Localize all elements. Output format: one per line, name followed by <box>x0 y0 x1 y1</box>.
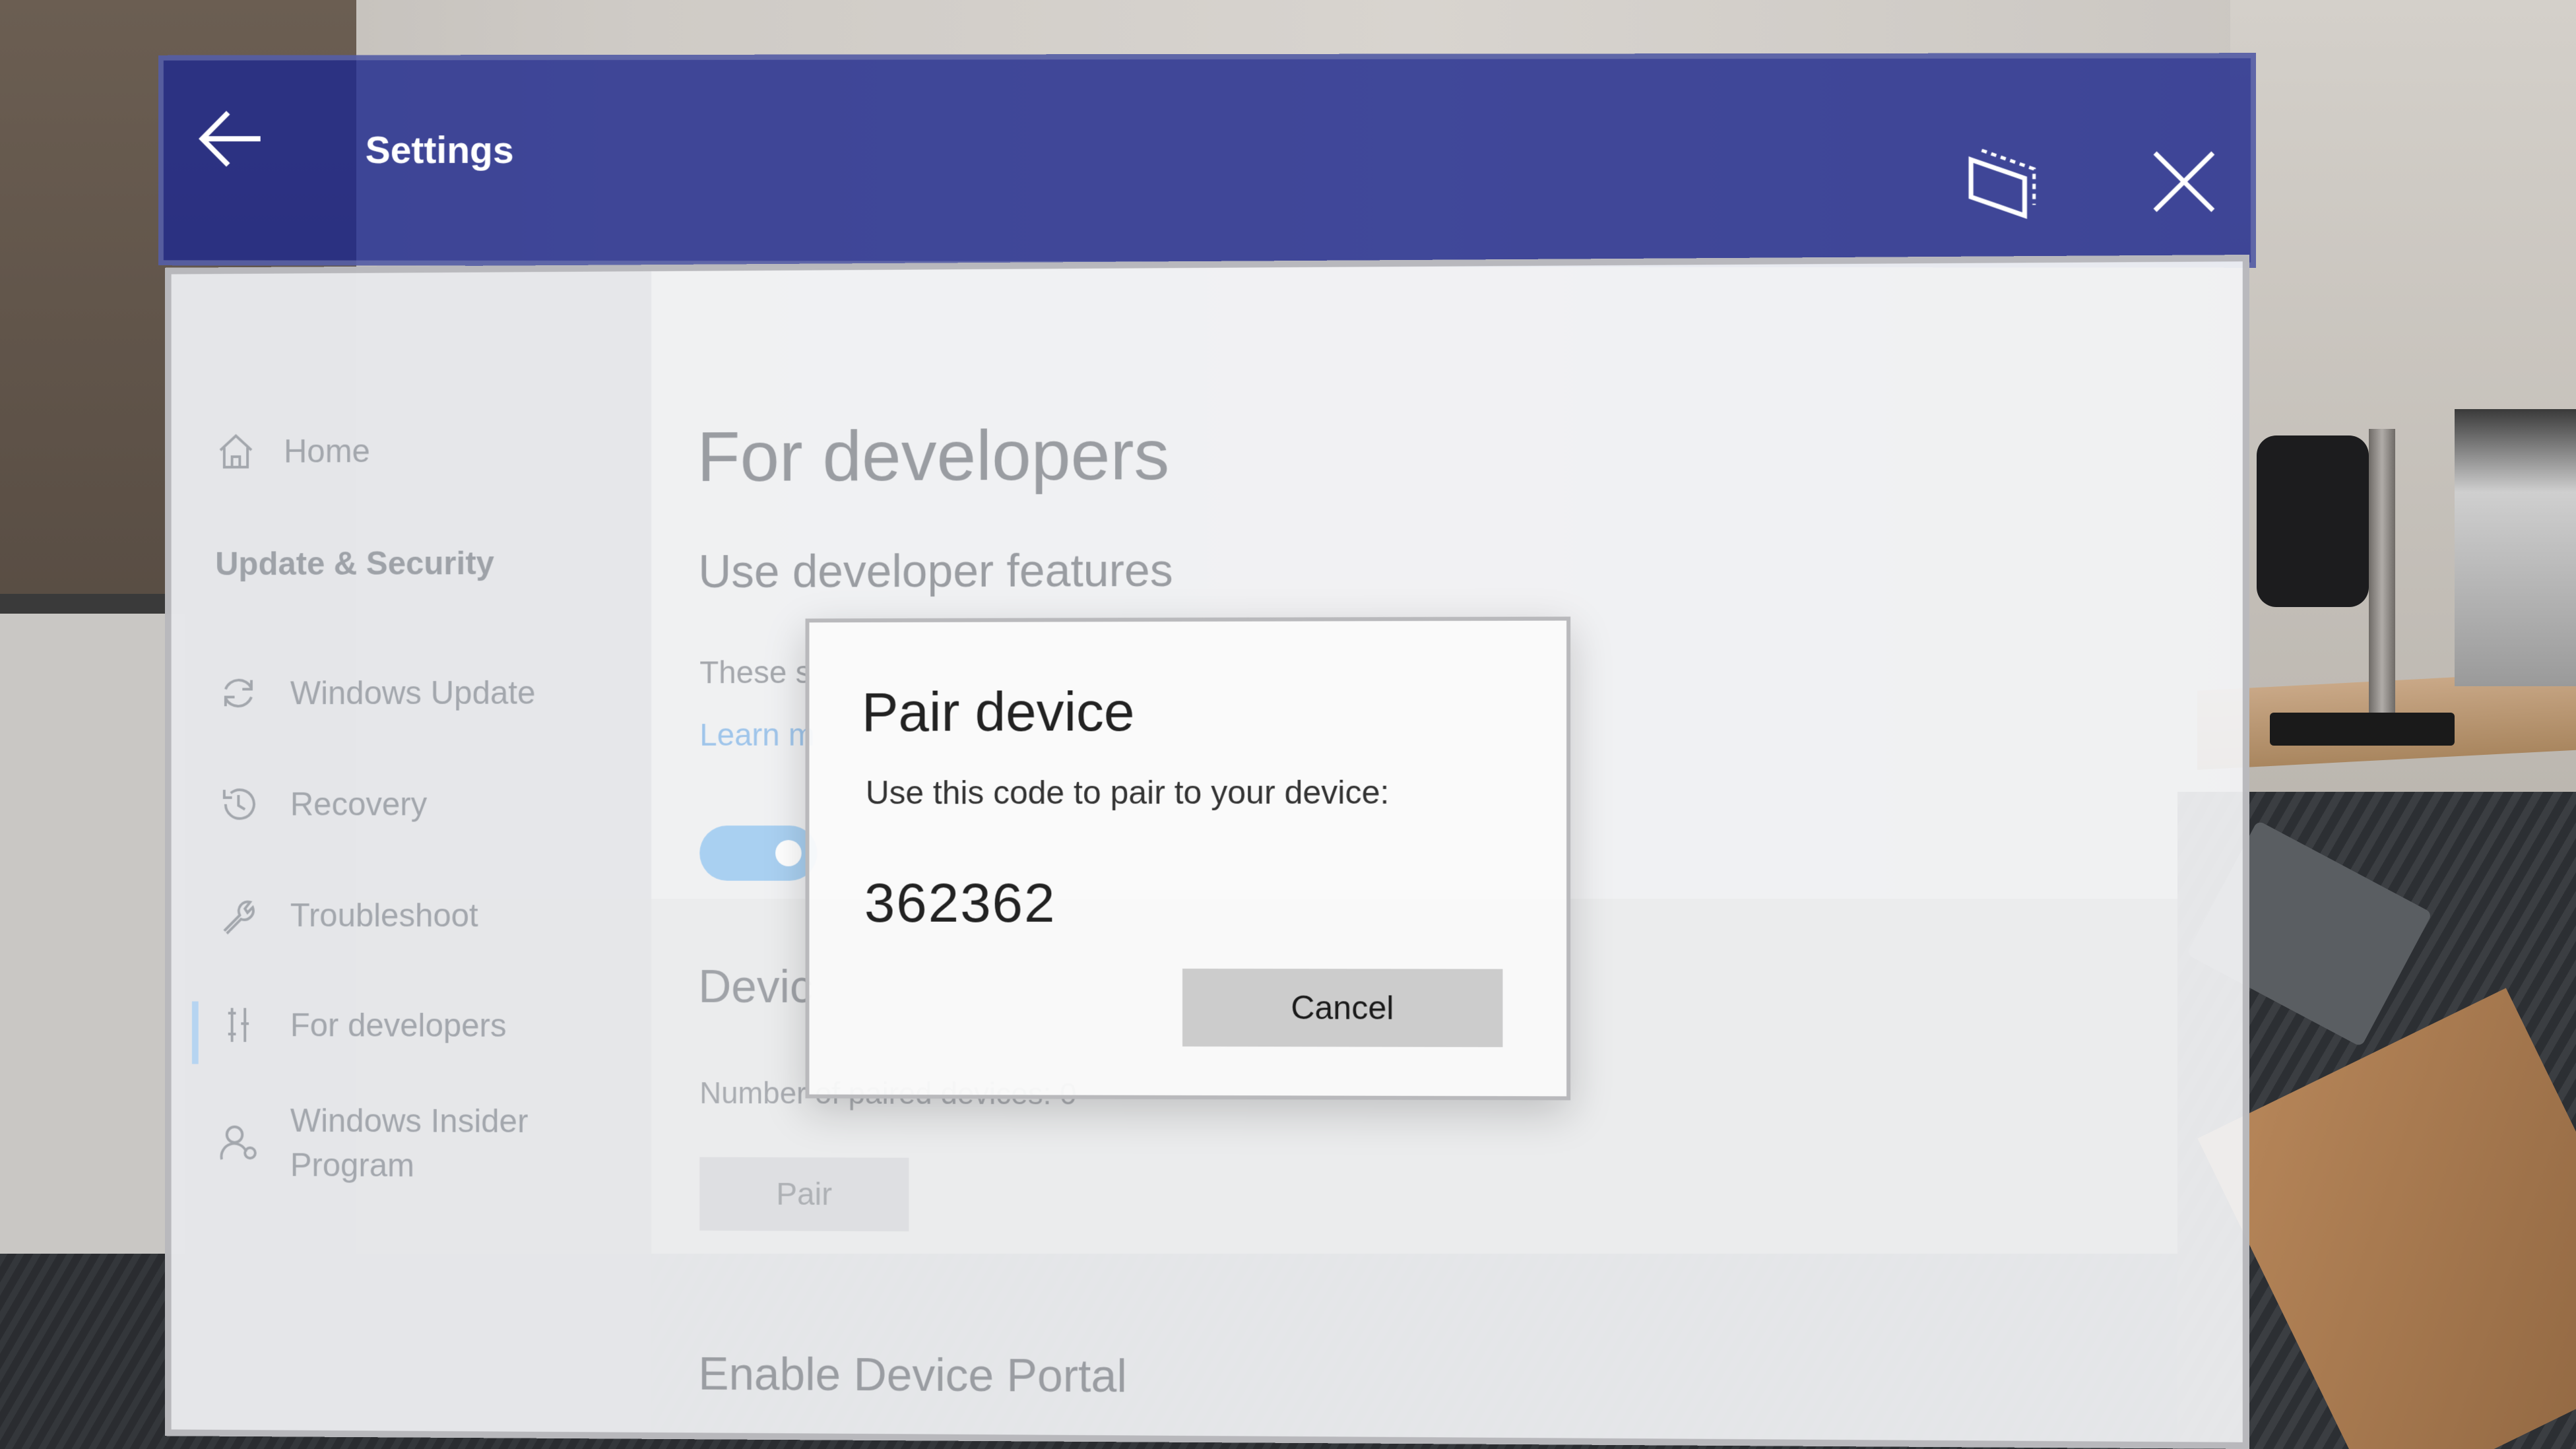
close-button[interactable] <box>2141 139 2228 225</box>
sidebar-item-label-line2: Program <box>290 1146 415 1184</box>
wrench-icon <box>218 894 259 936</box>
cancel-button[interactable]: Cancel <box>1182 968 1503 1047</box>
adjust-window-icon <box>1959 139 2046 225</box>
microscope <box>2257 409 2455 752</box>
lab-equipment <box>2455 409 2576 686</box>
sidebar-item-label: For developers <box>290 1006 507 1044</box>
microscope-base <box>2270 713 2455 746</box>
sidebar-item-label: Recovery <box>290 785 428 823</box>
close-icon <box>2141 139 2228 225</box>
section-heading-device-portal: Enable Device Portal <box>698 1348 1127 1402</box>
pairing-code: 362362 <box>864 871 1056 934</box>
sidebar-item-windows-update[interactable]: Windows Update <box>218 672 535 714</box>
home-icon <box>215 430 257 472</box>
sidebar-item-label-line1: Windows Insider <box>290 1102 529 1140</box>
whiteboard <box>0 594 185 1273</box>
sidebar-item-for-developers[interactable]: For developers <box>218 1004 507 1046</box>
section-title: Update & Security <box>215 544 495 583</box>
sidebar: Home Update & Security Windows Update Re… <box>171 271 652 1433</box>
sidebar-item-troubleshoot[interactable]: Troubleshoot <box>218 894 478 936</box>
microscope-stand <box>2369 429 2395 746</box>
sidebar-item-label: Windows Update <box>290 674 536 712</box>
dialog-title: Pair device <box>861 680 1135 743</box>
sidebar-item-windows-insider[interactable]: Windows Insider Program <box>218 1098 528 1188</box>
pair-button[interactable]: Pair <box>699 1157 909 1232</box>
title-bar: Settings <box>158 53 2257 268</box>
pair-device-dialog: Pair device Use this code to pair to you… <box>805 616 1571 1101</box>
dialog-message: Use this code to pair to your device: <box>865 773 1390 812</box>
sidebar-item-home[interactable]: Home <box>215 430 370 472</box>
insider-icon <box>218 1122 259 1164</box>
back-button[interactable] <box>189 97 273 182</box>
back-arrow-icon <box>189 97 273 182</box>
window-title: Settings <box>365 129 514 172</box>
history-icon <box>218 783 259 825</box>
section-heading-device-discovery: Devic <box>698 961 813 1013</box>
description-text: These s <box>699 655 812 691</box>
sidebar-home-label: Home <box>284 432 370 470</box>
developer-tools-icon <box>218 1004 259 1046</box>
sidebar-item-label: Troubleshoot <box>290 897 478 934</box>
adjust-window-button[interactable] <box>1959 139 2046 225</box>
developer-mode-toggle[interactable] <box>699 825 818 881</box>
page-title: For developers <box>697 414 1170 496</box>
sidebar-item-label: Windows Insider Program <box>290 1098 529 1188</box>
learn-more-link[interactable]: Learn m <box>699 717 814 754</box>
sidebar-item-recovery[interactable]: Recovery <box>218 783 427 825</box>
section-heading-developer-features: Use developer features <box>698 544 1173 598</box>
refresh-icon <box>218 672 259 714</box>
microscope-head <box>2257 435 2369 607</box>
